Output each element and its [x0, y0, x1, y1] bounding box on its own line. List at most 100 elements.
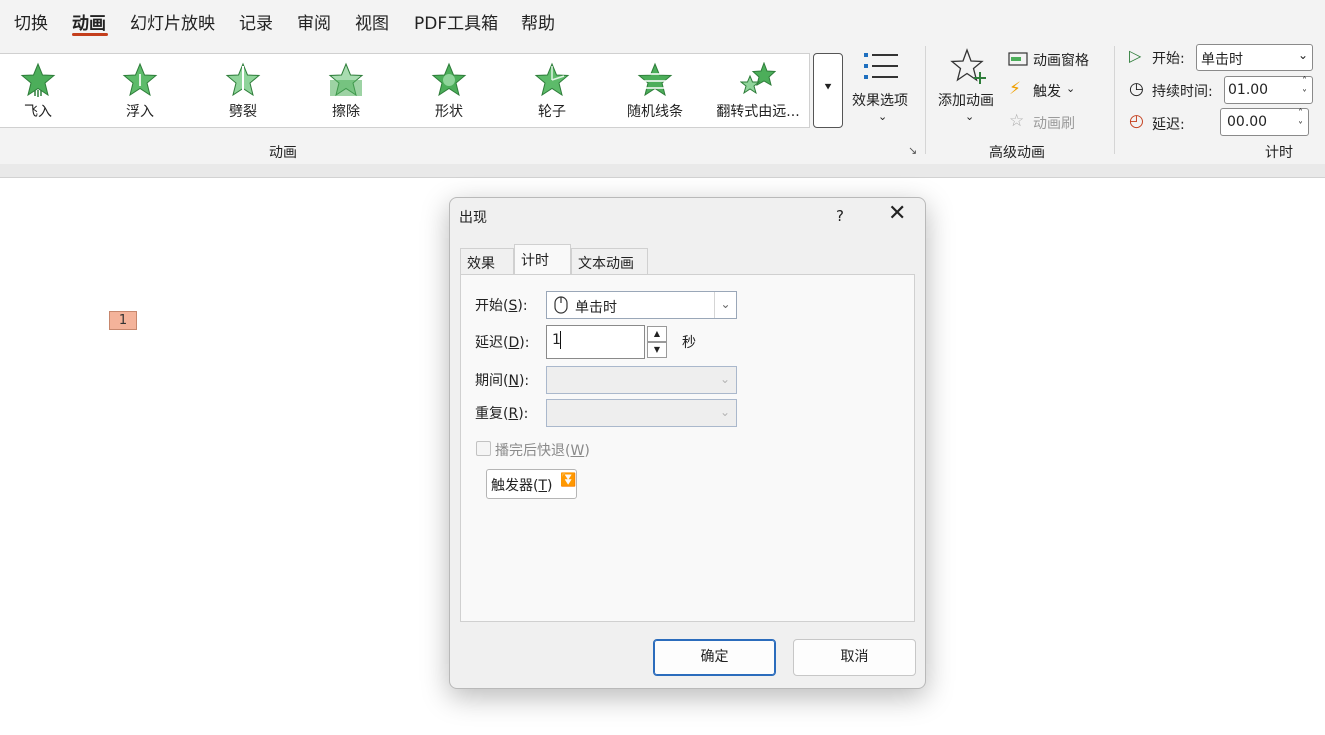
close-icon[interactable]: ✕ [888, 203, 906, 225]
start-combo[interactable]: 单击时 ⌄ [546, 291, 737, 319]
start-field-label: 开始(S): [475, 298, 528, 314]
animation-pane-label: 动画窗格 [1033, 53, 1089, 69]
anim-float-in[interactable]: 浮入 [90, 54, 190, 127]
repeat-label-text: 重复( [475, 406, 509, 422]
duration-value: 01.00 [1228, 82, 1269, 98]
wipe-star-icon [328, 62, 364, 97]
mouse-icon [554, 296, 568, 314]
chevron-down-icon: ⌄ [719, 372, 731, 386]
animation-pane-button[interactable]: 动画窗格 [1008, 48, 1108, 70]
animation-painter-label: 动画刷 [1033, 116, 1075, 132]
effect-options-button[interactable]: 效果选项 ⌄ [848, 50, 918, 130]
trigger-accesskey: T [538, 478, 548, 494]
trigger-label: 触发 [1033, 84, 1061, 100]
rewind-checkbox[interactable] [476, 441, 491, 456]
tab-effect[interactable]: 效果 [460, 248, 514, 274]
wheel-star-icon [534, 62, 570, 97]
fly-in-star-icon [20, 62, 56, 97]
chevron-down-icon: ⌄ [719, 405, 731, 419]
anim-shape[interactable]: 形状 [399, 54, 499, 127]
tab-view[interactable]: 视图 [355, 9, 389, 34]
dialog-launcher-icon[interactable]: ↘ [908, 144, 917, 157]
effect-options-icon [864, 53, 898, 79]
tab-review[interactable]: 审阅 [297, 9, 331, 34]
seconds-label: 秒 [682, 335, 696, 351]
delay-down-icon[interactable]: ▼ [647, 342, 667, 358]
separator [1114, 46, 1115, 154]
anim-label: 劈裂 [229, 104, 257, 120]
duration-spinner[interactable]: 01.00 ˄ ˅ [1224, 76, 1313, 104]
delay-field-label: 延迟(D): [475, 335, 530, 351]
clock-icon: ◷ [1129, 79, 1144, 99]
random-bars-star-icon [637, 62, 673, 97]
tab-help[interactable]: 帮助 [521, 9, 555, 34]
add-animation-label: 添加动画 [938, 93, 994, 109]
tab-timing[interactable]: 计时 [514, 244, 571, 274]
anim-fly-in[interactable]: 飞入 [0, 54, 88, 127]
more-icon: ⯆ [823, 80, 833, 94]
spin-down-icon[interactable]: ˅ [1298, 121, 1303, 132]
triggers-button[interactable]: 触发器(T) ⏬ [486, 469, 577, 499]
add-animation-button[interactable]: 添加动画 ⌄ [934, 48, 1002, 128]
anim-label: 飞入 [24, 104, 52, 120]
anim-split[interactable]: 劈裂 [193, 54, 293, 127]
spin-up-icon[interactable]: ˄ [1298, 108, 1303, 119]
anim-wipe[interactable]: 擦除 [296, 54, 396, 127]
delay-clock-icon: ◴ [1129, 111, 1144, 131]
help-button[interactable]: ? [836, 207, 844, 225]
anim-wheel[interactable]: 轮子 [502, 54, 602, 127]
animation-pane-icon [1008, 52, 1028, 66]
tab-animations[interactable]: 动画 [72, 9, 106, 34]
repeat-combo[interactable]: ⌄ [546, 399, 737, 427]
anim-random-bars[interactable]: 随机线条 [605, 54, 705, 127]
delay-spinner[interactable]: 00.00 ˄ ˅ [1220, 108, 1309, 136]
anim-grow-turn[interactable]: 翻转式由远... [708, 54, 808, 127]
group-label-timing: 计时 [1265, 145, 1293, 161]
spin-up-icon[interactable]: ˄ [1302, 76, 1307, 87]
timing-panel: 开始(S): 单击时 ⌄ 延迟(D): 1 ▲ ▼ 秒 期间(N): ⌄ 重复(… [460, 274, 915, 622]
tab-transitions[interactable]: 切换 [14, 9, 48, 34]
cancel-button[interactable]: 取消 [793, 639, 916, 676]
tab-slideshow[interactable]: 幻灯片放映 [130, 9, 215, 34]
double-chevron-down-icon: ⏬ [560, 473, 577, 488]
rewind-accesskey: W [570, 443, 585, 459]
group-label-advanced: 高级动画 [989, 145, 1045, 161]
ribbon: 飞入 浮入 劈裂 擦除 形状 轮子 随机线条 翻转式由远... ⯆ 效果选项 ⌄… [0, 40, 1325, 164]
animation-painter-button[interactable]: ☆ 动画刷 [1008, 111, 1098, 133]
chevron-down-icon: ⌄ [1297, 48, 1308, 62]
separator [925, 46, 926, 154]
anim-label: 擦除 [332, 104, 360, 120]
split-star-icon [225, 62, 261, 97]
tab-text-animation[interactable]: 文本动画 [571, 248, 648, 274]
add-animation-star-icon [950, 48, 986, 84]
repeat-field-label: 重复(R): [475, 406, 529, 422]
trigger-dropdown[interactable]: ⚡ 触发 ⌄ [1008, 79, 1088, 101]
gallery-more-button[interactable]: ⯆ [813, 53, 843, 128]
anim-label: 浮入 [126, 104, 154, 120]
delay-accesskey: D [508, 335, 520, 351]
tab-pdf-toolbox[interactable]: PDF工具箱 [414, 9, 498, 34]
tab-record[interactable]: 记录 [239, 9, 273, 34]
anim-label: 随机线条 [627, 104, 683, 120]
delay-up-icon[interactable]: ▲ [647, 326, 667, 342]
start-select-value: 单击时 [1201, 52, 1243, 68]
anim-label: 翻转式由远... [716, 104, 800, 120]
period-accesskey: N [508, 373, 519, 389]
effect-options-label: 效果选项 [852, 93, 908, 109]
chevron-down-icon: ⌄ [965, 110, 975, 123]
period-combo[interactable]: ⌄ [546, 366, 737, 394]
spin-down-icon[interactable]: ˅ [1302, 89, 1307, 100]
anim-label: 形状 [435, 104, 463, 120]
delay-input[interactable]: 1 [546, 325, 645, 359]
slide-area-border [0, 164, 1325, 178]
lightning-icon: ⚡ [1009, 79, 1021, 99]
start-select[interactable]: 单击时 ⌄ [1196, 44, 1313, 71]
shape-star-icon [431, 62, 467, 97]
grow-turn-star-icon [740, 62, 776, 95]
rewind-field-label: 播完后快退(W) [495, 443, 590, 459]
ok-button[interactable]: 确定 [653, 639, 776, 676]
delay-value: 00.00 [1227, 114, 1268, 130]
dialog-title: 出现 [459, 210, 487, 226]
start-combo-value: 单击时 [575, 300, 617, 316]
animation-order-tag[interactable]: 1 [109, 311, 137, 330]
